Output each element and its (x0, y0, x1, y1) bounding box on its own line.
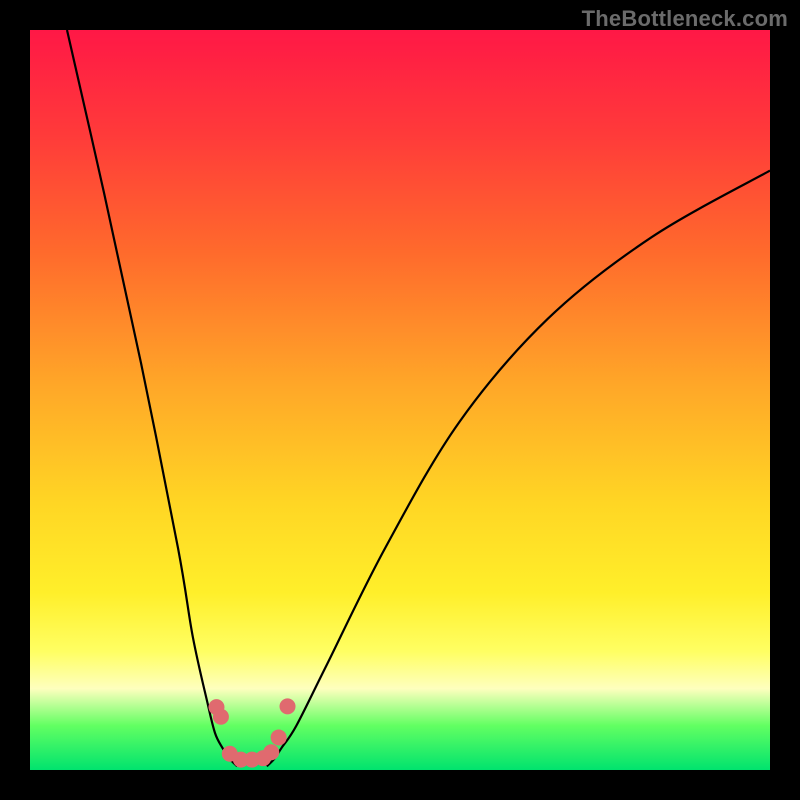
watermark-text: TheBottleneck.com (582, 6, 788, 32)
trough-dot (271, 729, 287, 745)
trough-dot (213, 709, 229, 725)
plot-area (30, 30, 770, 770)
trough-dots (208, 698, 295, 767)
curve-layer (30, 30, 770, 770)
chart-root: TheBottleneck.com (0, 0, 800, 800)
curve-left-arm (67, 30, 237, 766)
curve-right-arm (267, 171, 770, 767)
trough-dot (263, 744, 279, 760)
trough-dot (280, 698, 296, 714)
